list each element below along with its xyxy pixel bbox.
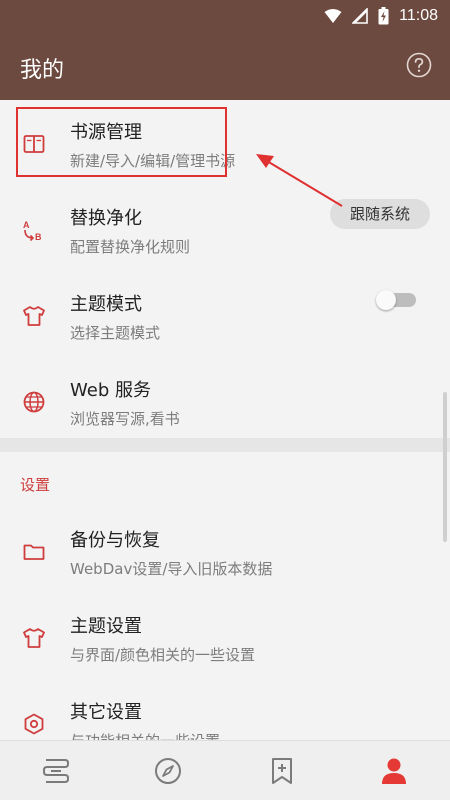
folder-icon [23,544,45,560]
menu-item-subtitle: 与功能相关的一些设置 [70,730,220,740]
toggle-thumb [376,290,396,310]
theme-mode-value[interactable]: 跟随系统 [330,199,430,229]
menu-item-theme-settings[interactable]: 主题设置 与界面/颜色相关的一些设置 [0,594,450,680]
menu-item-subtitle: 与界面/颜色相关的一些设置 [70,646,256,664]
menu-item-subtitle: 配置替换净化规则 [70,238,191,256]
wifi-icon [324,9,342,23]
svg-text:A: A [23,220,30,230]
help-icon[interactable] [406,52,432,78]
menu-item-other-settings[interactable]: 其它设置 与功能相关的一些设置 [0,680,450,740]
tab-bookshelf[interactable] [0,741,112,800]
menu-item-title: 主题模式 [70,294,142,315]
highlight-box [16,107,227,177]
signal-icon [352,8,368,24]
svg-text:B: B [35,232,42,242]
tab-discover[interactable] [112,741,224,800]
section-title-settings: 设置 [20,476,51,494]
menu-item-subtitle: 选择主题模式 [70,324,161,342]
status-indicators: 11:08 [324,6,438,26]
menu-item-theme-mode[interactable]: 主题模式 选择主题模式 [0,272,450,358]
bottom-navigation [0,740,450,800]
tshirt-icon [23,306,45,326]
menu-item-backup[interactable]: 备份与恢复 WebDav设置/导入旧版本数据 [0,508,450,594]
settings-list: 书源管理 新建/导入/编辑/管理书源 A B 替换净化 配置替换净化规则 主题模… [0,100,450,740]
bookshelf-icon [43,759,69,783]
compass-icon [155,758,181,784]
menu-item-title: 替换净化 [70,208,142,229]
person-icon [382,758,406,784]
app-bar: 我的 [0,32,450,100]
menu-item-subtitle: WebDav设置/导入旧版本数据 [70,560,273,578]
menu-item-web-service[interactable]: Web 服务 浏览器写源,看书 [0,358,450,444]
battery-icon [378,7,389,25]
menu-item-title: 备份与恢复 [70,530,160,551]
hexagon-gear-icon [24,713,44,735]
tshirt-icon [23,628,45,648]
clock: 11:08 [399,7,438,24]
scrollbar[interactable] [443,392,447,542]
tab-rss[interactable] [226,741,338,800]
web-service-toggle[interactable] [376,290,416,310]
menu-item-title: Web 服务 [70,380,151,401]
menu-item-title: 主题设置 [70,616,142,637]
menu-item-subtitle: 浏览器写源,看书 [70,410,180,428]
section-divider [0,438,450,452]
globe-icon [23,391,45,413]
page-title: 我的 [20,57,65,82]
bookmark-add-icon [272,758,292,784]
replace-icon: A B [23,220,42,242]
menu-item-title: 其它设置 [70,702,142,723]
status-bar: 11:08 [0,0,450,32]
tab-my[interactable] [338,741,450,800]
